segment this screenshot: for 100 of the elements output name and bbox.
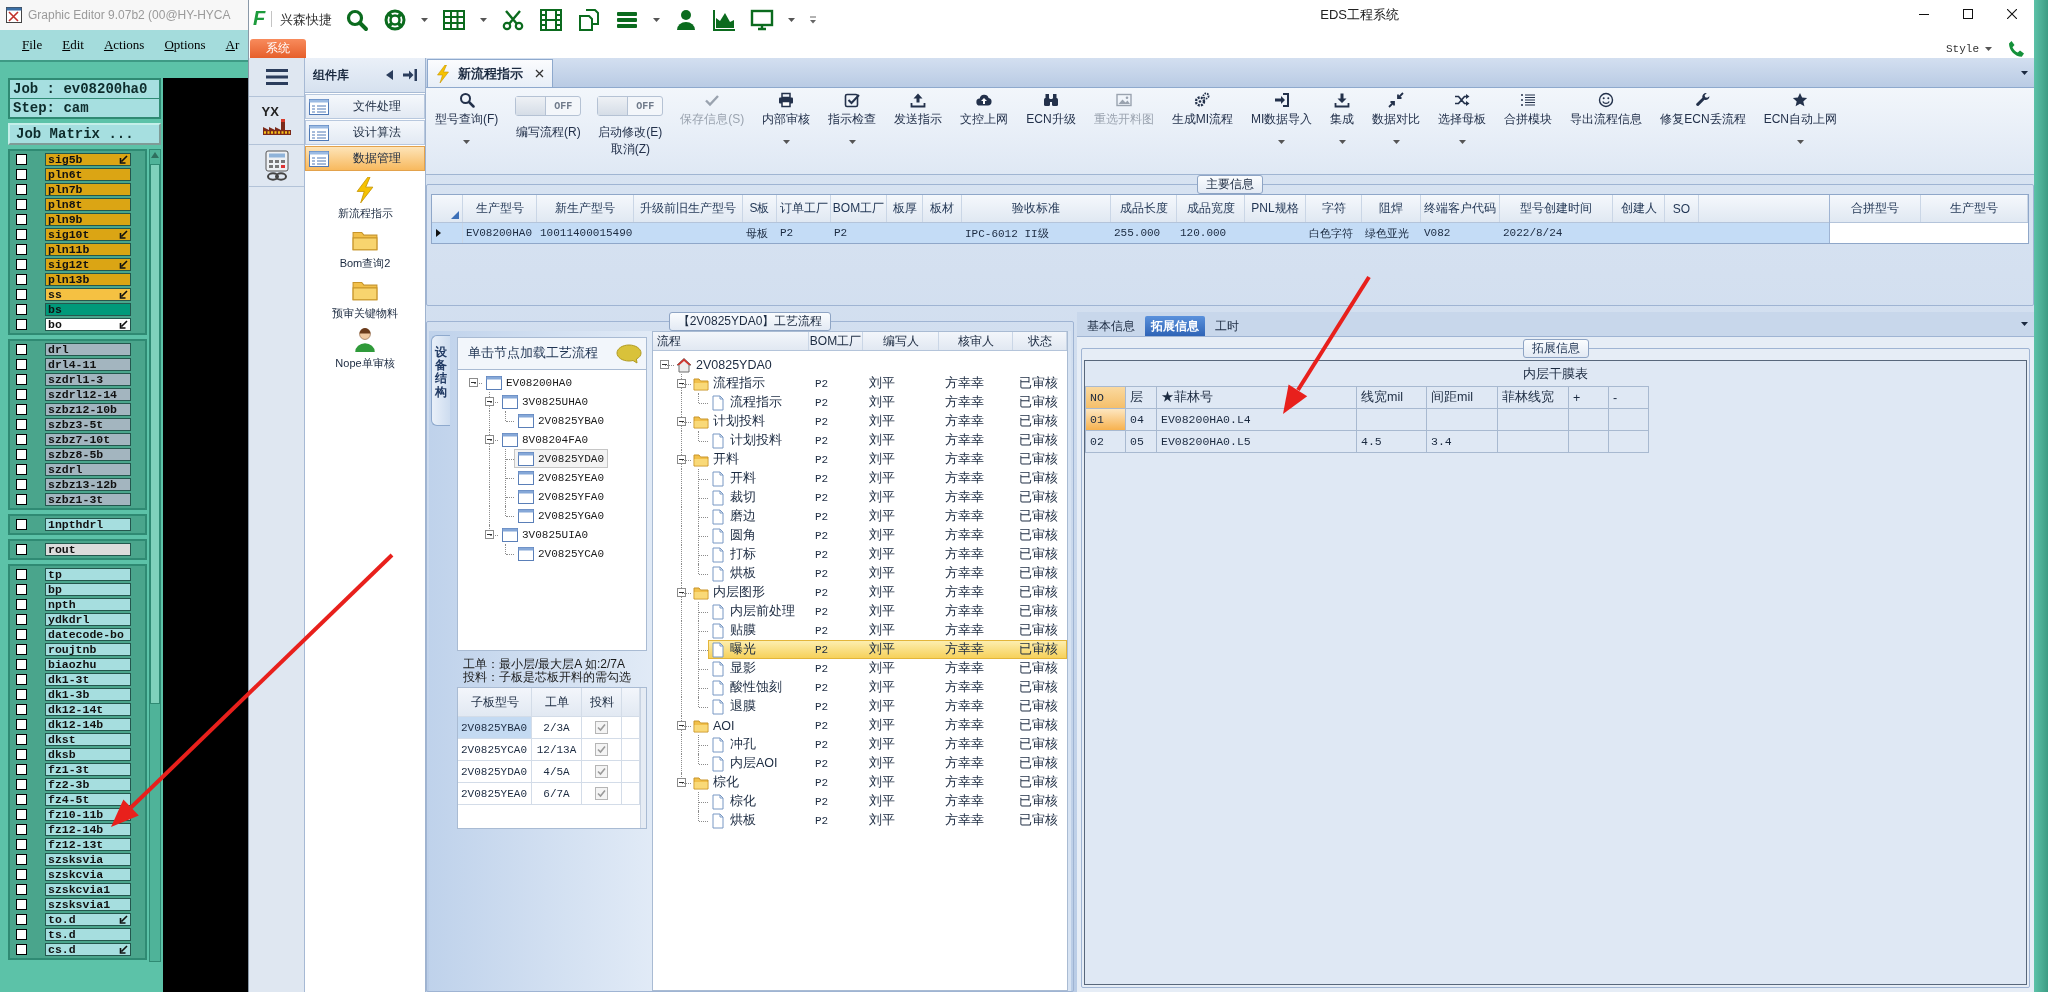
- layer-chip[interactable]: szsksvia1: [45, 898, 131, 911]
- checkbox[interactable]: [16, 419, 27, 430]
- layer-chip[interactable]: dksb: [45, 748, 131, 761]
- table-row[interactable]: 棕化 P2 刘平 方幸幸 已审核: [691, 773, 1067, 792]
- layer-chip[interactable]: dk12-14t: [45, 703, 131, 716]
- table-row[interactable]: 冲孔 P2 刘平 方幸幸 已审核: [708, 735, 1067, 754]
- checkbox[interactable]: [16, 854, 27, 865]
- corner-icon[interactable]: [451, 211, 459, 219]
- search-icon[interactable]: [345, 8, 370, 32]
- tree-item[interactable]: 8V08204FA0: [498, 430, 592, 449]
- collapse-icon[interactable]: [660, 360, 669, 369]
- checkbox[interactable]: [16, 344, 27, 355]
- column-header[interactable]: 合拼型号: [1830, 195, 1921, 222]
- layer-chip[interactable]: sig5b: [45, 153, 131, 166]
- module-item[interactable]: 预审关键物料: [332, 277, 398, 321]
- checkbox[interactable]: [16, 719, 27, 730]
- column-header[interactable]: 板材: [923, 195, 962, 222]
- module-item[interactable]: 新流程指示: [337, 177, 393, 221]
- table-row[interactable]: 计划投料 P2 刘平 方幸幸 已审核: [708, 431, 1067, 450]
- layer-chip[interactable]: szskcvia: [45, 868, 131, 881]
- checkbox[interactable]: [16, 519, 27, 530]
- layer-chip[interactable]: bp: [45, 583, 131, 596]
- ribbon-button[interactable]: ECN自动上网: [1760, 92, 1841, 144]
- customize-icon[interactable]: [809, 16, 818, 24]
- menu-item[interactable]: Ar: [225, 37, 240, 53]
- style-menu[interactable]: Style: [1946, 42, 1992, 55]
- caret-icon[interactable]: [1338, 140, 1346, 144]
- column-header[interactable]: PNL规格: [1245, 195, 1306, 222]
- table-row[interactable]: 内层前处理 P2 刘平 方幸幸 已审核: [708, 602, 1067, 621]
- layer-chip[interactable]: fz2-3b: [45, 778, 131, 791]
- layer-chip[interactable]: fz1-3t: [45, 763, 131, 776]
- module-item[interactable]: Bom查询2: [339, 227, 391, 271]
- checkbox[interactable]: [16, 229, 27, 240]
- collapse-icon[interactable]: [677, 778, 686, 787]
- layer-chip[interactable]: cs.d: [45, 943, 131, 956]
- tab[interactable]: 工时: [1209, 316, 1245, 336]
- checkbox[interactable]: [16, 274, 27, 285]
- checkbox[interactable]: [595, 765, 608, 778]
- column-header[interactable]: 生产型号: [463, 195, 537, 222]
- checkbox[interactable]: [16, 449, 27, 460]
- ribbon-button[interactable]: ECN升级: [1023, 92, 1079, 126]
- table-row[interactable]: 退膜 P2 刘平 方幸幸 已审核: [708, 697, 1067, 716]
- film-icon[interactable]: [539, 8, 564, 32]
- table-row[interactable]: 流程指示 P2 刘平 方幸幸 已审核: [708, 393, 1067, 412]
- tree-item[interactable]: 3V0825UIA0: [498, 525, 592, 544]
- column-header[interactable]: 线宽mil: [1357, 387, 1427, 409]
- tree-item[interactable]: 2V0825YEA0: [514, 468, 608, 487]
- column-header[interactable]: 投料: [582, 688, 622, 717]
- checkbox[interactable]: [16, 319, 27, 330]
- layer-chip[interactable]: pln9b: [45, 213, 131, 226]
- layer-chip[interactable]: bo: [45, 318, 131, 331]
- category-item[interactable]: 设计算法: [305, 120, 425, 145]
- job-matrix-button[interactable]: Job Matrix ...: [8, 123, 161, 145]
- layer-chip[interactable]: datecode-bo: [45, 628, 131, 641]
- checkbox[interactable]: [16, 824, 27, 835]
- tab[interactable]: 基本信息: [1081, 316, 1141, 336]
- layer-chip[interactable]: dk1-3t: [45, 673, 131, 686]
- module-item[interactable]: Nope单审核: [335, 327, 395, 371]
- layer-chip[interactable]: npth: [45, 598, 131, 611]
- ribbon-button[interactable]: 合拼模块: [1501, 92, 1556, 126]
- column-header[interactable]: 升级前旧生产型号: [634, 195, 743, 222]
- category-item[interactable]: 数据管理: [305, 146, 425, 171]
- collapse-left-icon[interactable]: [386, 70, 393, 80]
- toggle-switch[interactable]: OFF: [597, 96, 664, 116]
- table-row[interactable]: 2V0825YDA0: [674, 355, 1067, 374]
- checkbox[interactable]: [16, 629, 27, 640]
- checkbox[interactable]: [16, 914, 27, 925]
- table-row[interactable]: 烘板 P2 刘平 方幸幸 已审核: [708, 811, 1067, 830]
- caret-icon[interactable]: [1392, 140, 1400, 144]
- tab[interactable]: 拓展信息: [1145, 316, 1205, 336]
- table-row[interactable]: 酸性蚀刻 P2 刘平 方幸幸 已审核: [708, 678, 1067, 697]
- area-chart-icon[interactable]: [712, 8, 737, 32]
- checkbox[interactable]: [16, 929, 27, 940]
- checkbox[interactable]: [16, 479, 27, 490]
- checkbox[interactable]: [16, 259, 27, 270]
- column-header[interactable]: 编写人: [863, 332, 939, 350]
- checkbox[interactable]: [16, 614, 27, 625]
- caret-icon[interactable]: [1796, 140, 1804, 144]
- ribbon-button[interactable]: 内部审核: [759, 92, 814, 144]
- checkbox[interactable]: [595, 787, 608, 800]
- ribbon-button[interactable]: 型号查询(F): [432, 92, 502, 144]
- column-header[interactable]: 菲林线宽: [1498, 387, 1569, 409]
- layer-chip[interactable]: szskcvia1: [45, 883, 131, 896]
- checkbox[interactable]: [16, 644, 27, 655]
- tree-item[interactable]: 3V0825UHA0: [498, 392, 592, 411]
- checkbox[interactable]: [595, 743, 608, 756]
- checkbox[interactable]: [16, 184, 27, 195]
- caret-icon[interactable]: [1278, 140, 1286, 144]
- category-item[interactable]: 文件处理: [305, 94, 425, 119]
- table-row[interactable]: 圆角 P2 刘平 方幸幸 已审核: [708, 526, 1067, 545]
- checkbox[interactable]: [16, 734, 27, 745]
- menu-item[interactable]: Options: [164, 37, 206, 53]
- toggle-switch[interactable]: OFF: [515, 96, 582, 116]
- scrollbar[interactable]: [149, 149, 161, 962]
- checkbox[interactable]: [16, 464, 27, 475]
- layer-chip[interactable]: szdrl: [45, 463, 131, 476]
- layer-chip[interactable]: fz4-5t: [45, 793, 131, 806]
- checkbox[interactable]: [16, 199, 27, 210]
- layer-chip[interactable]: drl4-11: [45, 358, 131, 371]
- tab-list-icon[interactable]: [2021, 70, 2028, 75]
